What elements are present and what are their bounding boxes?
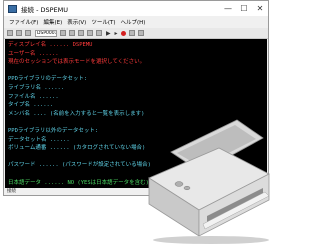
toolbar-button-copy[interactable] [60, 30, 66, 36]
terminal-line: PPDライブラリ以外のデータセット: [8, 128, 99, 134]
session-field[interactable]: DSP0001 [35, 29, 57, 37]
terminal-line: メンバ名 .... (名前を入力すると一覧を表示します) [8, 110, 145, 117]
terminal-line: ライブラリ名 ...... [8, 85, 65, 91]
maximize-button[interactable]: ☐ [236, 1, 252, 16]
title-bar: 接続 - DSPEMU — ☐ ✕ [4, 1, 268, 16]
close-button[interactable]: ✕ [252, 1, 268, 16]
window-title: 接続 - DSPEMU [21, 5, 69, 14]
menu-file[interactable]: ファイル(F) [9, 18, 38, 26]
menu-bar: ファイル(F) 編集(E) 表示(V) ツール(T) ヘルプ(H) [4, 16, 268, 28]
play-icon[interactable]: ▶ ▸ [106, 30, 119, 37]
toolbar-button-macro[interactable] [96, 30, 102, 36]
terminal-line: 現在のセッションでは表示モードを選択してください。 [8, 59, 146, 66]
menu-view[interactable]: 表示(V) [67, 18, 86, 26]
toolbar-button-print[interactable] [78, 30, 84, 36]
toolbar-button-paste[interactable] [69, 30, 75, 36]
terminal-line: PPDライブラリのデータセット: [8, 76, 88, 83]
menu-tools[interactable]: ツール(T) [91, 18, 115, 26]
toolbar-button-stop[interactable] [128, 30, 135, 36]
record-icon[interactable] [120, 30, 126, 36]
toolbar-button-options[interactable] [137, 30, 144, 36]
app-icon [8, 4, 17, 13]
window-controls: — ☐ ✕ [220, 1, 268, 16]
scanner-image [148, 119, 270, 244]
toolbar-button-connect[interactable] [7, 30, 13, 36]
toolbar-button-disconnect[interactable] [16, 30, 22, 36]
terminal-line: 日本語データ ...... NO (YESは日本語データを含む) [8, 179, 149, 186]
terminal-line: ファイル名 ...... [8, 93, 59, 100]
menu-help[interactable]: ヘルプ(H) [120, 18, 145, 26]
menu-edit[interactable]: 編集(E) [43, 18, 62, 26]
terminal-line: ユーザー名 ...... [8, 50, 59, 57]
terminal-line: ディスプレイ名 ...... DSPEMU [8, 42, 93, 48]
minimize-button[interactable]: — [220, 1, 236, 16]
toolbar: DSP0001 ▶ ▸ [4, 28, 268, 39]
terminal-line: ボリューム通番 ...... (カタログされていない場合) [8, 145, 146, 152]
terminal-line: データセット名 ...... [8, 136, 70, 143]
toolbar-button-settings[interactable] [25, 30, 31, 36]
terminal-line: タイプ名 ...... [8, 102, 54, 109]
terminal-line: パスワード ...... (パスワードが設定されている場合) [8, 162, 151, 169]
toolbar-button-find[interactable] [87, 30, 93, 36]
